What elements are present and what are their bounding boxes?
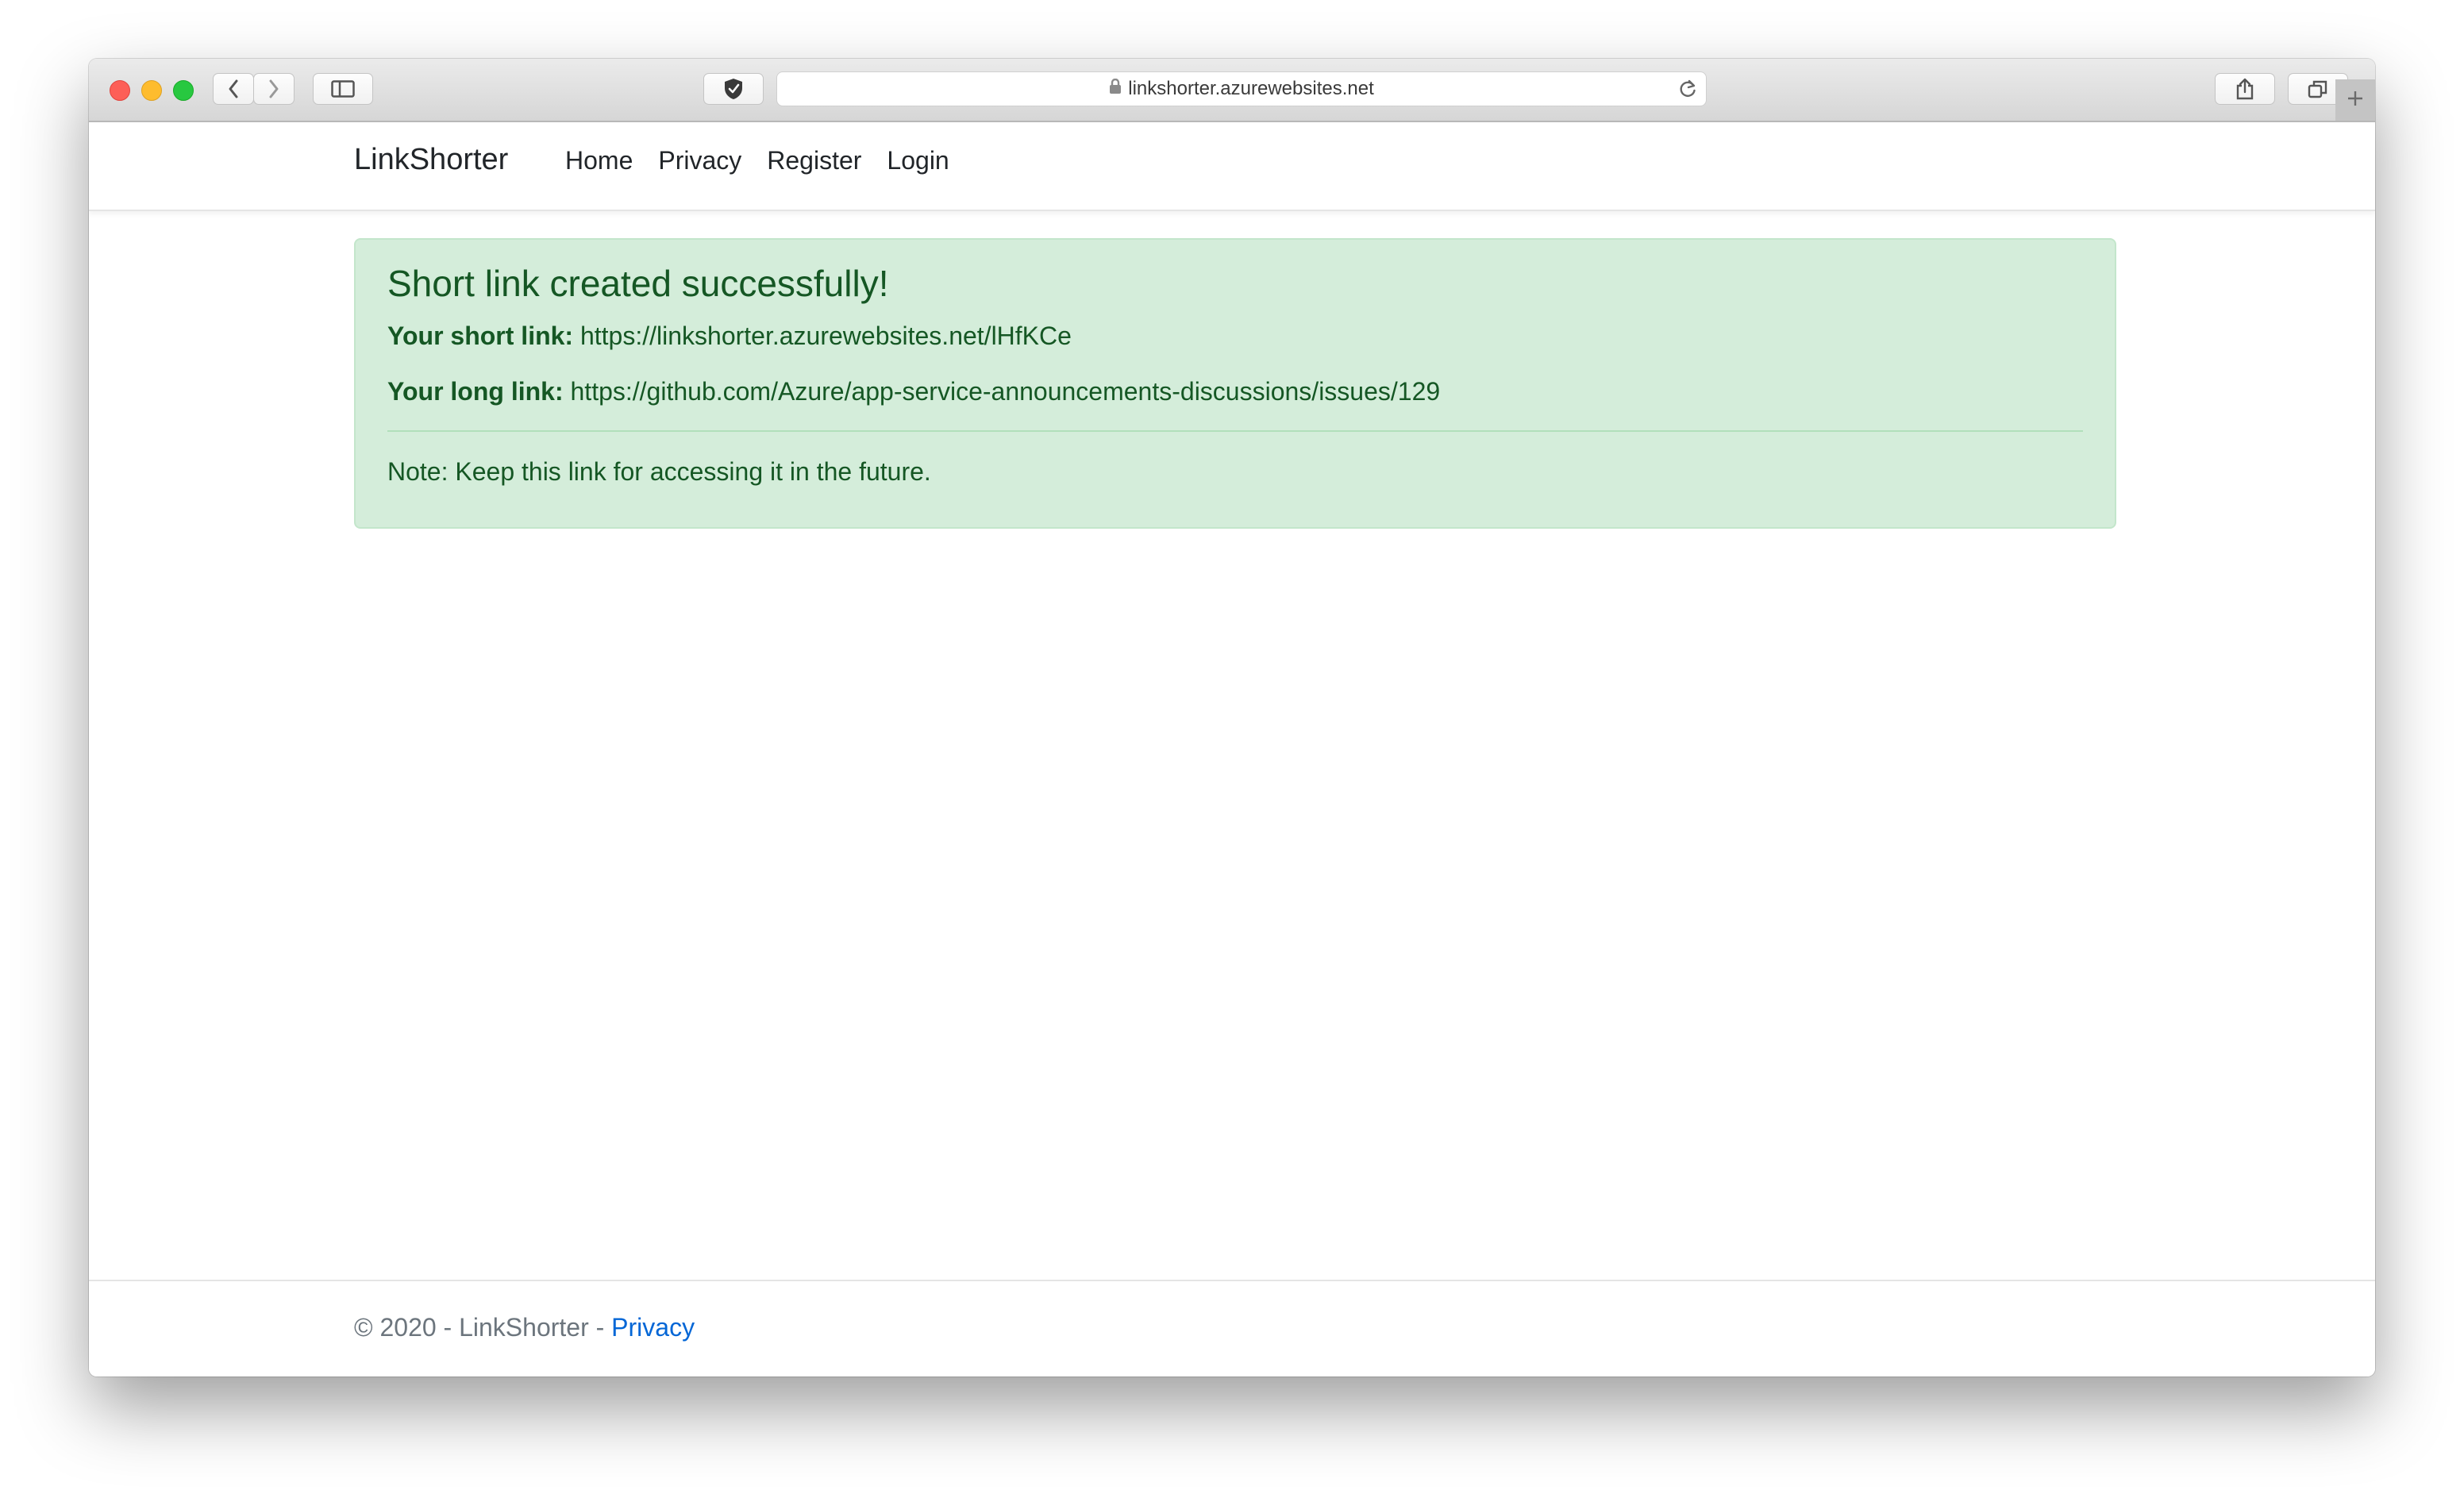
long-link-row: Your long link: https://github.com/Azure… — [387, 375, 2083, 409]
sidebar-button[interactable] — [313, 73, 373, 105]
success-alert: Short link created successfully! Your sh… — [354, 238, 2116, 529]
shield-icon — [723, 78, 744, 100]
tabs-icon — [2308, 79, 2328, 98]
privacy-report-button[interactable] — [703, 73, 764, 105]
site-navbar: LinkShorter Home Privacy Register Login — [89, 122, 2375, 211]
url-text: linkshorter.azurewebsites.net — [1128, 78, 1374, 99]
long-link-value: https://github.com/Azure/app-service-ann… — [570, 376, 1441, 406]
nav-link-home[interactable]: Home — [552, 146, 645, 175]
nav-link-privacy[interactable]: Privacy — [645, 146, 754, 175]
chevron-left-icon — [227, 79, 240, 99]
sidebar-icon — [331, 80, 355, 98]
address-bar[interactable]: linkshorter.azurewebsites.net — [776, 71, 1707, 106]
alert-note: Note: Keep this link for accessing it in… — [387, 457, 931, 487]
minimize-window-button[interactable] — [141, 80, 162, 101]
site-footer: © 2020 - LinkShorter - Privacy — [89, 1280, 2375, 1377]
chevron-right-icon — [268, 79, 280, 99]
forward-button[interactable] — [253, 73, 295, 105]
share-button[interactable] — [2215, 73, 2275, 105]
nav-link-login[interactable]: Login — [874, 146, 961, 175]
footer-copyright: © 2020 - LinkShorter - — [354, 1313, 612, 1342]
close-window-button[interactable] — [110, 80, 130, 101]
short-link-value: https://linkshorter.azurewebsites.net/lH… — [579, 322, 1072, 351]
alert-divider — [387, 430, 2083, 433]
new-tab-button[interactable] — [2335, 79, 2375, 121]
alert-heading: Short link created successfully! — [387, 263, 889, 304]
footer-privacy-link[interactable]: Privacy — [611, 1313, 695, 1342]
brand-link[interactable]: LinkShorter — [354, 143, 508, 177]
share-icon — [2235, 78, 2254, 100]
long-link-label: Your long link: — [387, 376, 564, 406]
short-link-row: Your short link: https://linkshorter.azu… — [387, 320, 2083, 353]
short-link-label: Your short link: — [387, 322, 574, 351]
lock-icon — [1109, 78, 1122, 100]
footer-text: © 2020 - LinkShorter - Privacy — [354, 1313, 695, 1342]
back-button[interactable] — [213, 73, 254, 105]
browser-window: linkshorter.azurewebsites.net LinkShorte… — [89, 59, 2375, 1377]
nav-link-register[interactable]: Register — [754, 146, 874, 175]
nav-links: Home Privacy Register Login — [552, 146, 962, 175]
browser-toolbar: linkshorter.azurewebsites.net — [89, 59, 2375, 122]
zoom-window-button[interactable] — [173, 80, 194, 101]
plus-icon — [2347, 90, 2364, 111]
reload-icon[interactable] — [1677, 79, 1698, 103]
